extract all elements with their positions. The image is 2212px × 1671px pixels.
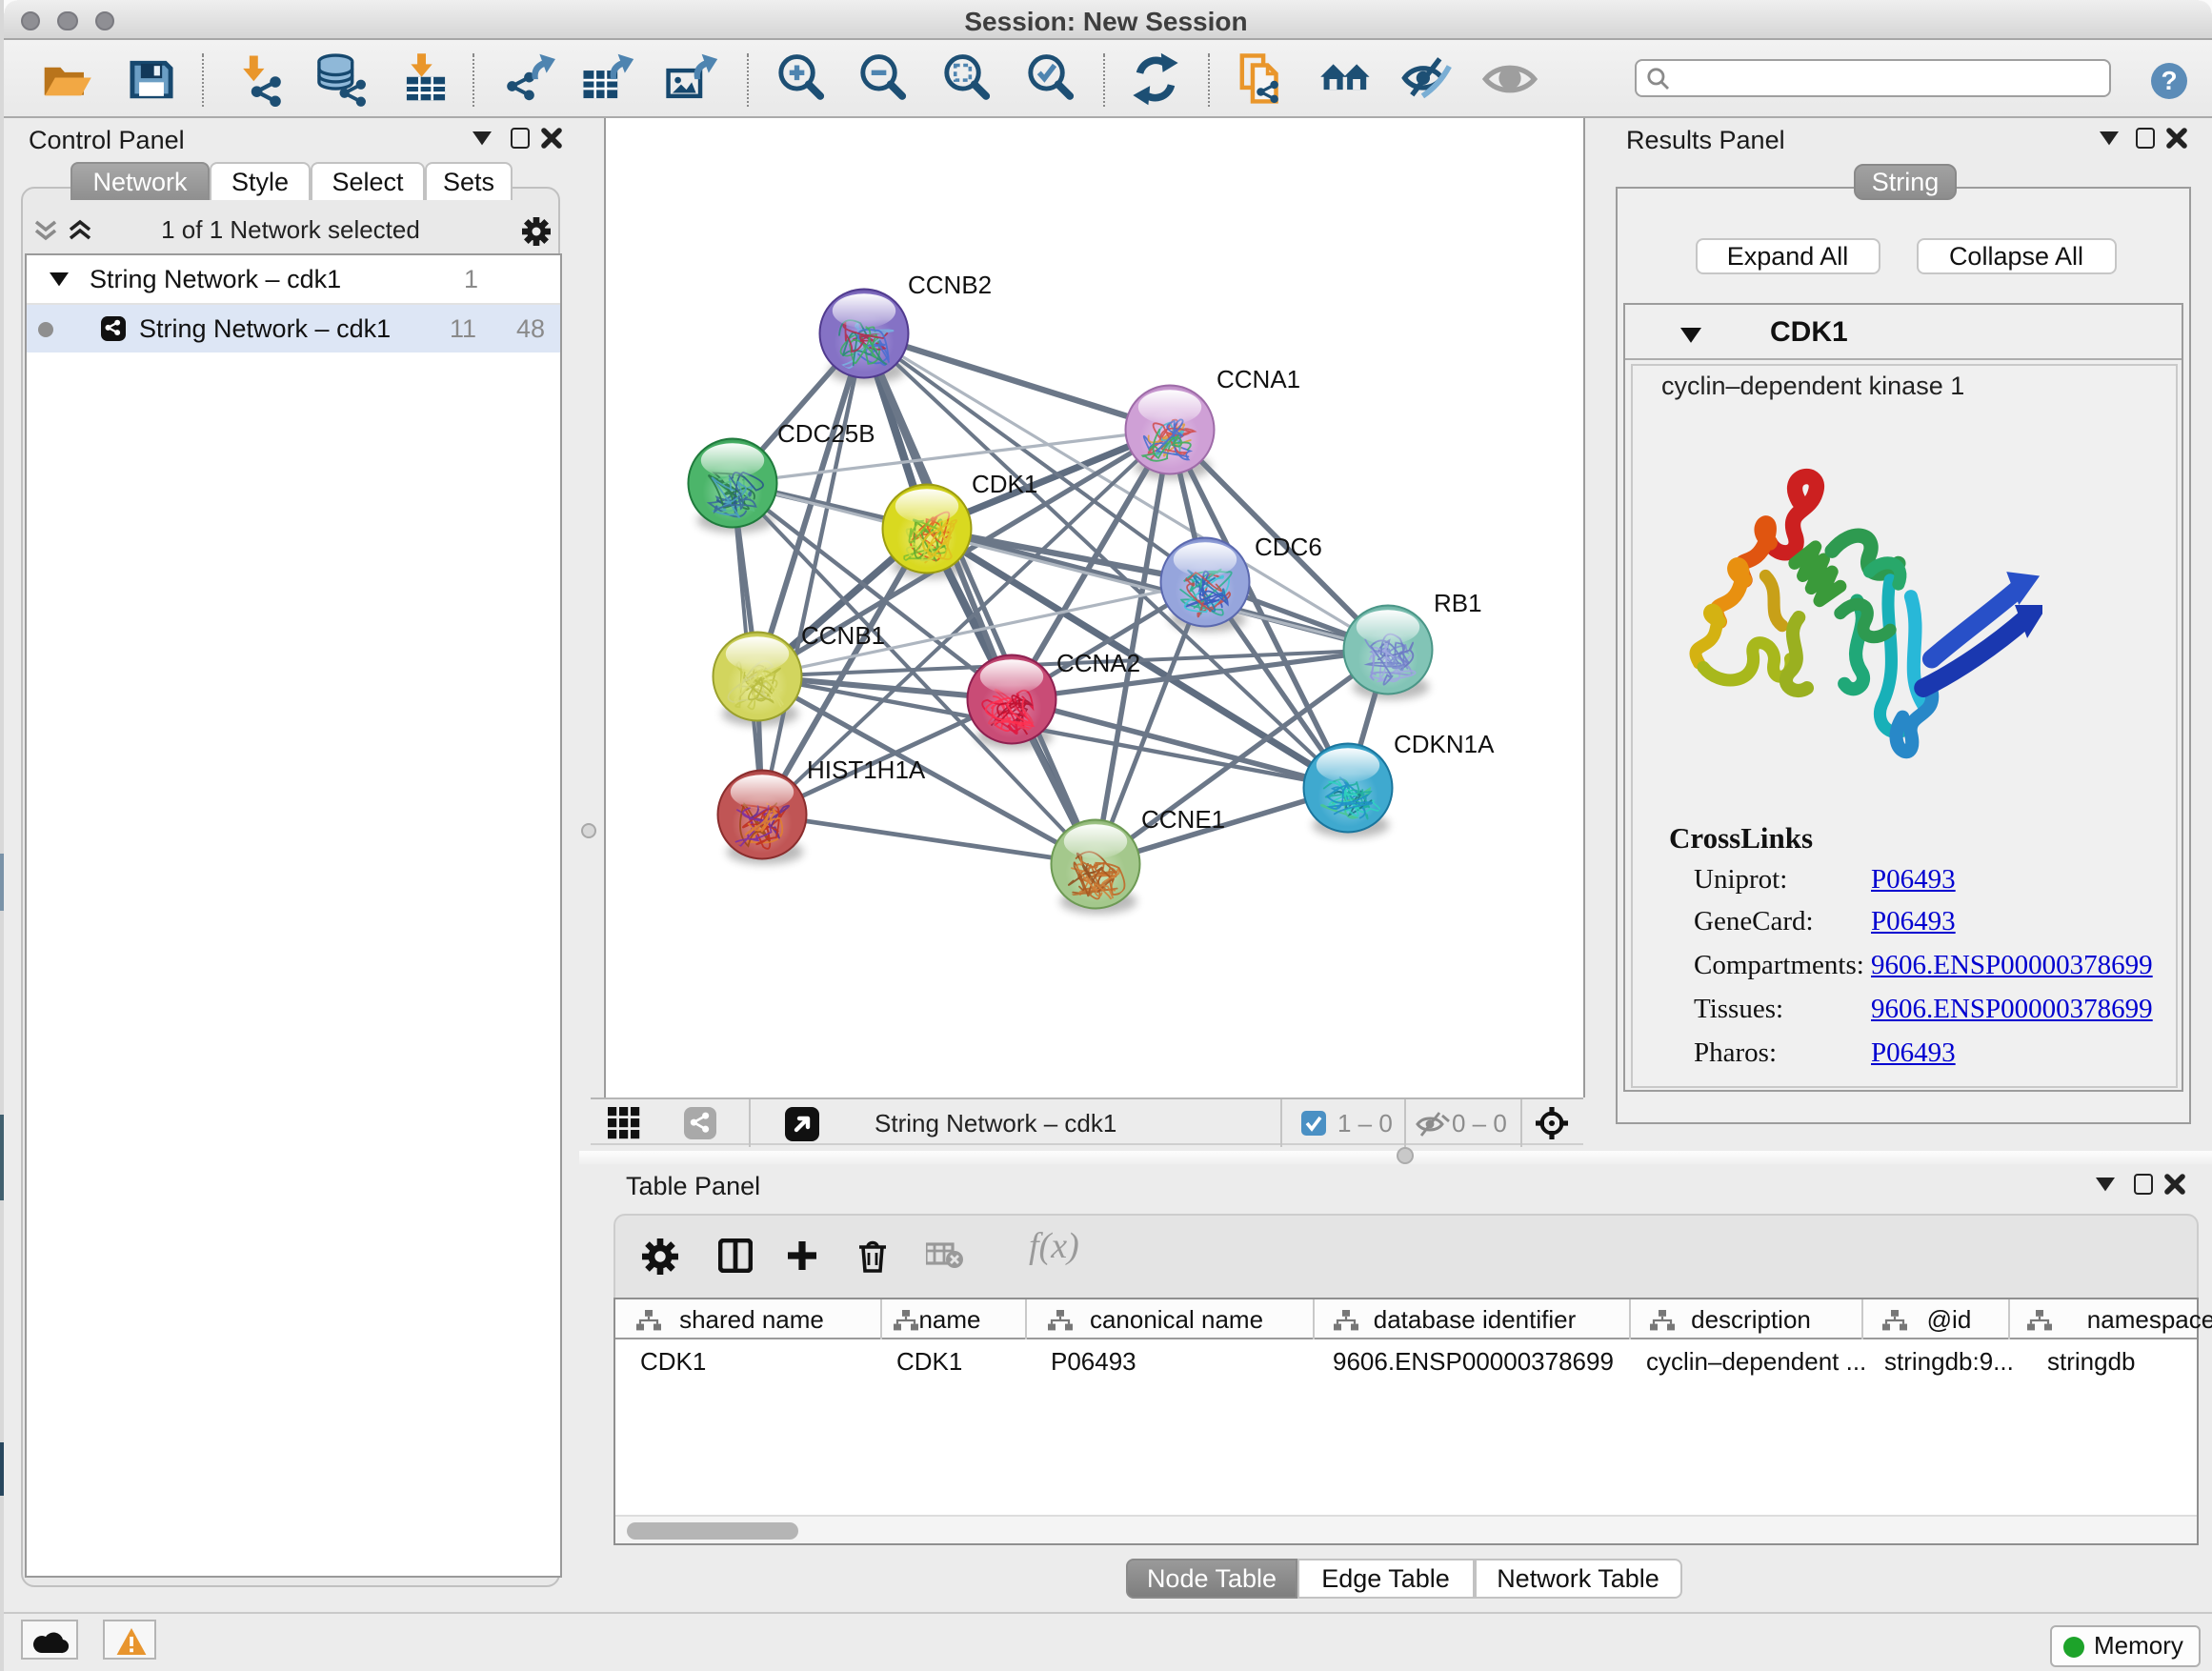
svg-text:CCNB2: CCNB2 bbox=[907, 271, 991, 299]
svg-text:CCNA2: CCNA2 bbox=[1056, 649, 1139, 677]
svg-text:CCNE1: CCNE1 bbox=[1140, 805, 1224, 834]
svg-text:CDC25B: CDC25B bbox=[776, 419, 875, 448]
svg-text:CDKN1A: CDKN1A bbox=[1393, 730, 1494, 758]
svg-text:RB1: RB1 bbox=[1433, 589, 1481, 617]
svg-text:CDC6: CDC6 bbox=[1254, 533, 1321, 561]
svg-text:HIST1H1A: HIST1H1A bbox=[806, 755, 925, 784]
svg-text:CCNA1: CCNA1 bbox=[1216, 365, 1299, 393]
svg-text:CCNB1: CCNB1 bbox=[800, 621, 884, 650]
svg-text:CDK1: CDK1 bbox=[971, 470, 1036, 498]
